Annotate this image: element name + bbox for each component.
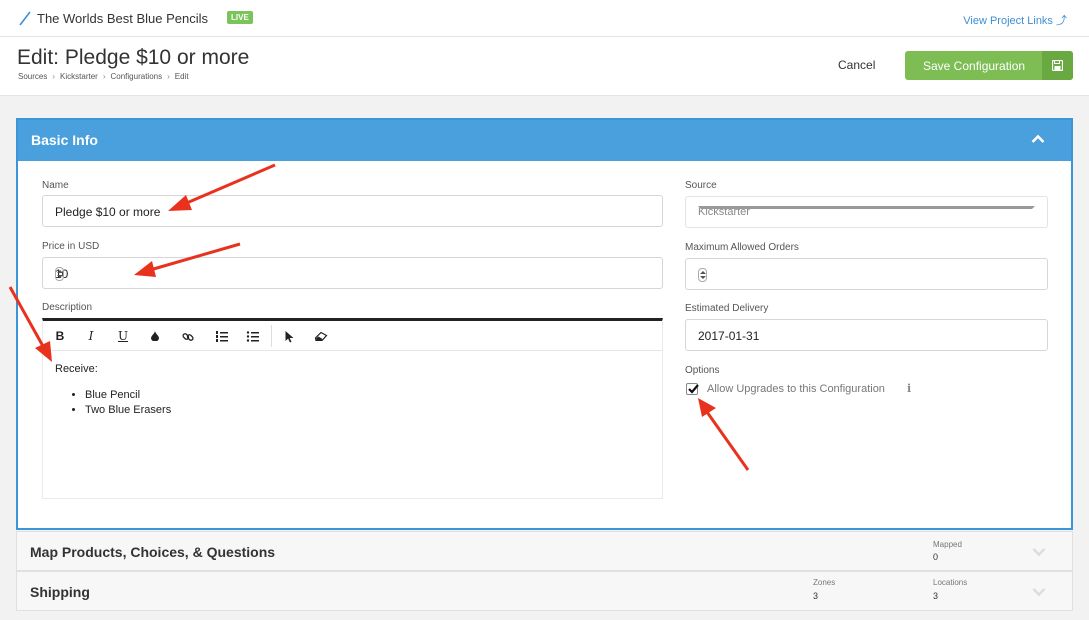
bullet-list-icon[interactable] bbox=[246, 331, 260, 342]
checkmark-icon bbox=[688, 384, 699, 394]
italic-icon[interactable]: I bbox=[84, 329, 98, 343]
eraser-icon[interactable] bbox=[314, 332, 328, 341]
shipping-section[interactable]: Shipping Zones 3 Locations 3 bbox=[16, 571, 1073, 611]
description-list: Blue Pencil Two Blue Erasers bbox=[55, 389, 171, 416]
top-bar: The Worlds Best Blue Pencils LIVE View P… bbox=[0, 0, 1089, 37]
save-configuration-label: Save Configuration bbox=[923, 59, 1026, 73]
caret-down-icon bbox=[698, 206, 1035, 209]
source-select[interactable]: Kickstarter bbox=[685, 196, 1048, 228]
estimated-delivery-input[interactable]: 2017-01-31 bbox=[685, 319, 1048, 351]
save-configuration-button[interactable]: Save Configuration bbox=[905, 51, 1073, 80]
mapped-value: 0 bbox=[933, 552, 939, 562]
price-label: Price in USD bbox=[42, 241, 100, 252]
mapped-label: Mapped bbox=[933, 540, 962, 549]
page-title: Edit: Pledge $10 or more bbox=[17, 46, 250, 69]
pencil-icon bbox=[19, 11, 31, 26]
delivery-label: Estimated Delivery bbox=[685, 303, 769, 314]
editor-toolbar: B I U bbox=[43, 321, 662, 351]
toolbar-divider bbox=[271, 325, 272, 347]
name-label: Name bbox=[42, 180, 69, 191]
description-label: Description bbox=[42, 302, 93, 313]
save-icon-button[interactable] bbox=[1042, 51, 1073, 80]
map-products-title: Map Products, Choices, & Questions bbox=[30, 544, 276, 560]
cursor-icon[interactable] bbox=[283, 331, 297, 343]
project-title[interactable]: The Worlds Best Blue Pencils bbox=[37, 11, 208, 26]
name-input-value: Pledge $10 or more bbox=[55, 205, 161, 219]
page-header: Edit: Pledge $10 or more Sources › Kicksta… bbox=[0, 37, 1089, 96]
shipping-title: Shipping bbox=[30, 584, 90, 600]
chevron-up-icon[interactable] bbox=[1031, 134, 1045, 144]
breadcrumb: Sources › Kickstarter › Configurations › Edit bbox=[18, 72, 189, 81]
chevron-down-icon[interactable] bbox=[1032, 587, 1046, 597]
cancel-button[interactable]: Cancel bbox=[838, 58, 875, 72]
link-icon[interactable] bbox=[181, 331, 195, 343]
breadcrumb-item-sources[interactable]: Sources bbox=[18, 72, 47, 81]
floppy-disk-icon bbox=[1052, 60, 1063, 71]
breadcrumb-item-kickstarter[interactable]: Kickstarter bbox=[60, 72, 98, 81]
view-project-links-link[interactable]: View Project Links ⤴ bbox=[963, 12, 1067, 28]
list-item: Two Blue Erasers bbox=[85, 404, 171, 416]
basic-info-title: Basic Info bbox=[31, 132, 98, 148]
info-icon[interactable]: i bbox=[907, 382, 911, 395]
breadcrumb-separator-icon: › bbox=[102, 72, 106, 81]
basic-info-header[interactable]: Basic Info bbox=[18, 120, 1071, 161]
locations-value: 3 bbox=[933, 591, 939, 601]
price-input[interactable]: 10 bbox=[42, 257, 663, 289]
options-label: Options bbox=[685, 365, 720, 376]
source-label: Source bbox=[685, 180, 717, 191]
underline-icon[interactable]: U bbox=[116, 329, 130, 343]
description-intro: Receive: bbox=[55, 363, 98, 375]
allow-upgrades-label[interactable]: Allow Upgrades to this Configuration bbox=[707, 383, 885, 395]
name-input[interactable]: Pledge $10 or more bbox=[42, 195, 663, 227]
max-orders-label: Maximum Allowed Orders bbox=[685, 242, 799, 253]
basic-info-panel: Basic Info Name Pledge $10 or more Price… bbox=[16, 118, 1073, 530]
list-item: Blue Pencil bbox=[85, 389, 171, 401]
map-products-section[interactable]: Map Products, Choices, & Questions Mappe… bbox=[16, 531, 1073, 571]
description-editor[interactable]: B I U Receive: • Blue Pencil • Two Blue … bbox=[42, 318, 663, 499]
max-orders-input[interactable] bbox=[685, 258, 1048, 290]
breadcrumb-separator-icon: › bbox=[167, 72, 170, 81]
breadcrumb-separator-icon: › bbox=[52, 72, 56, 81]
allow-upgrades-checkbox[interactable] bbox=[686, 383, 699, 395]
price-stepper-icon[interactable] bbox=[55, 267, 64, 281]
live-badge: LIVE bbox=[227, 11, 253, 24]
zones-label: Zones bbox=[813, 578, 836, 587]
max-orders-stepper-icon[interactable] bbox=[698, 268, 707, 282]
estimated-delivery-value: 2017-01-31 bbox=[698, 329, 760, 343]
bold-icon[interactable]: B bbox=[53, 329, 67, 343]
locations-label: Locations bbox=[933, 578, 968, 587]
color-drop-icon[interactable] bbox=[148, 331, 162, 341]
zones-value: 3 bbox=[813, 591, 819, 601]
description-content[interactable]: Receive: Blue Pencil Two Blue Erasers bbox=[55, 363, 171, 419]
ordered-list-icon[interactable] bbox=[215, 331, 229, 342]
breadcrumb-item-configurations[interactable]: Configurations bbox=[111, 72, 163, 81]
chevron-down-icon[interactable] bbox=[1032, 547, 1046, 557]
breadcrumb-item-edit: Edit bbox=[174, 72, 189, 81]
